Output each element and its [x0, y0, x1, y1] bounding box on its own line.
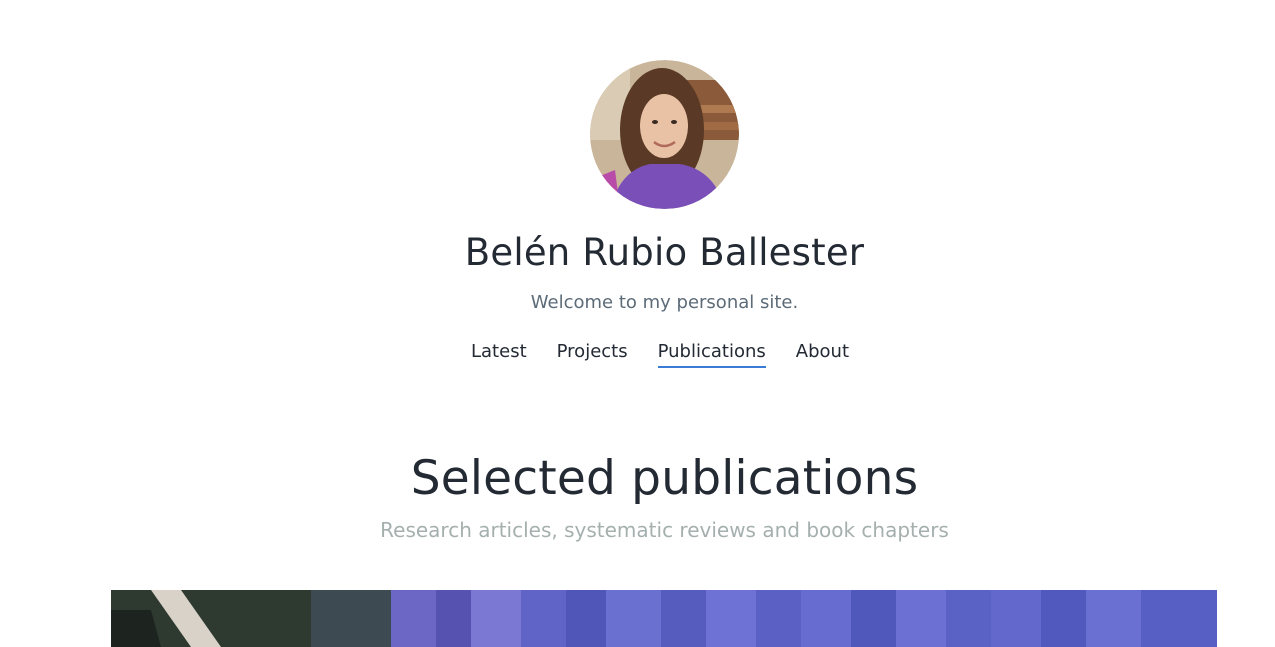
section-subtitle: Research articles, systematic reviews an…: [380, 518, 949, 542]
nav-latest[interactable]: Latest: [471, 340, 527, 368]
nav-about[interactable]: About: [796, 340, 849, 368]
section-title: Selected publications: [410, 451, 919, 506]
main-nav: Latest Projects Publications About: [471, 340, 849, 370]
site-title: Belén Rubio Ballester: [464, 231, 865, 274]
site-tagline: Welcome to my personal site.: [530, 292, 799, 313]
page: Belén Rubio Ballester Welcome to my pers…: [0, 0, 1275, 647]
avatar: [590, 60, 739, 209]
nav-projects[interactable]: Projects: [557, 340, 628, 368]
profile-photo: [590, 60, 739, 209]
nav-publications[interactable]: Publications: [657, 340, 766, 368]
hero-image: [111, 590, 1217, 647]
books-photo: [111, 590, 1217, 647]
